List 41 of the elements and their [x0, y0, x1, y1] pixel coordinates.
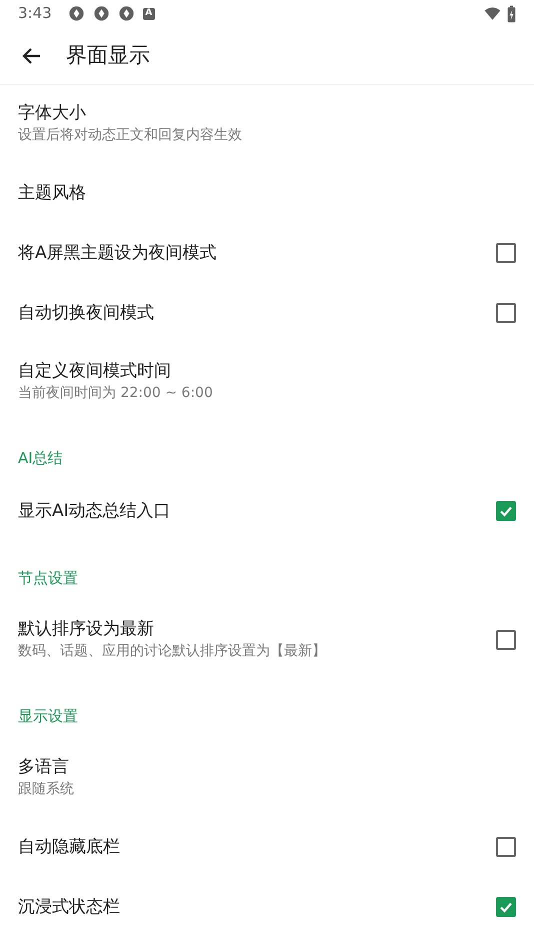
battery-charging-icon — [507, 4, 516, 22]
setting-title: 主题风格 — [18, 182, 87, 204]
setting-summary: 当前夜间时间为 22:00 ~ 6:00 — [18, 384, 214, 403]
setting-title: 显示AI动态总结入口 — [18, 500, 172, 522]
setting-title: 自定义夜间模式时间 — [18, 360, 172, 383]
setting-title: 自动切换夜间模式 — [18, 302, 155, 324]
checkbox[interactable] — [496, 303, 516, 323]
wifi-icon — [484, 5, 501, 22]
setting-title: 多语言 — [18, 756, 70, 779]
setting-title: 自动隐藏底栏 — [18, 836, 121, 858]
section-header: 显示设置 — [17, 706, 79, 727]
setting-item[interactable]: 字体大小 设置后将对动态正文和回复内容生效 — [0, 85, 534, 163]
app-notification-icon — [118, 5, 135, 22]
setting-item[interactable]: 自动切换夜间模式 — [0, 283, 534, 343]
setting-item[interactable]: 自动隐藏底栏 — [0, 817, 534, 877]
checkbox[interactable] — [496, 501, 516, 521]
setting-title: 字体大小 — [18, 102, 87, 125]
setting-summary: 数码、话题、应用的讨论默认排序设置为【最新】 — [18, 642, 327, 661]
setting-title: 沉浸式状态栏 — [18, 896, 121, 918]
setting-item[interactable]: 自定义夜间模式时间 当前夜间时间为 22:00 ~ 6:00 — [0, 343, 534, 421]
setting-summary: 设置后将对动态正文和回复内容生效 — [18, 126, 243, 145]
setting-title: 默认排序设为最新 — [18, 618, 155, 641]
checkbox[interactable] — [496, 243, 516, 263]
setting-item[interactable]: 主题风格 — [0, 163, 534, 223]
setting-item[interactable]: 将A屏黑主题设为夜间模式 — [0, 223, 534, 283]
app-notification-icon — [92, 5, 110, 22]
notification-badge: A — [142, 8, 155, 20]
setting-item[interactable]: 多语言 跟随系统 — [0, 739, 534, 817]
setting-title: 将A屏黑主题设为夜间模式 — [18, 242, 218, 264]
setting-item[interactable]: 默认排序设为最新 数码、话题、应用的讨论默认排序设置为【最新】 — [0, 601, 534, 679]
page-title: 界面显示 — [66, 42, 150, 69]
section-header: AI总结 — [17, 448, 64, 469]
checkbox[interactable] — [496, 630, 516, 650]
status-time: 3:43 — [18, 3, 52, 24]
checkbox[interactable] — [496, 897, 516, 917]
section-header: 节点设置 — [17, 568, 79, 589]
setting-item[interactable]: 沉浸式状态栏 — [0, 877, 534, 937]
setting-summary: 跟随系统 — [18, 780, 75, 799]
app-notification-icon — [68, 5, 85, 22]
checkbox[interactable] — [496, 837, 516, 857]
setting-item[interactable]: 显示AI动态总结入口 — [0, 481, 534, 541]
